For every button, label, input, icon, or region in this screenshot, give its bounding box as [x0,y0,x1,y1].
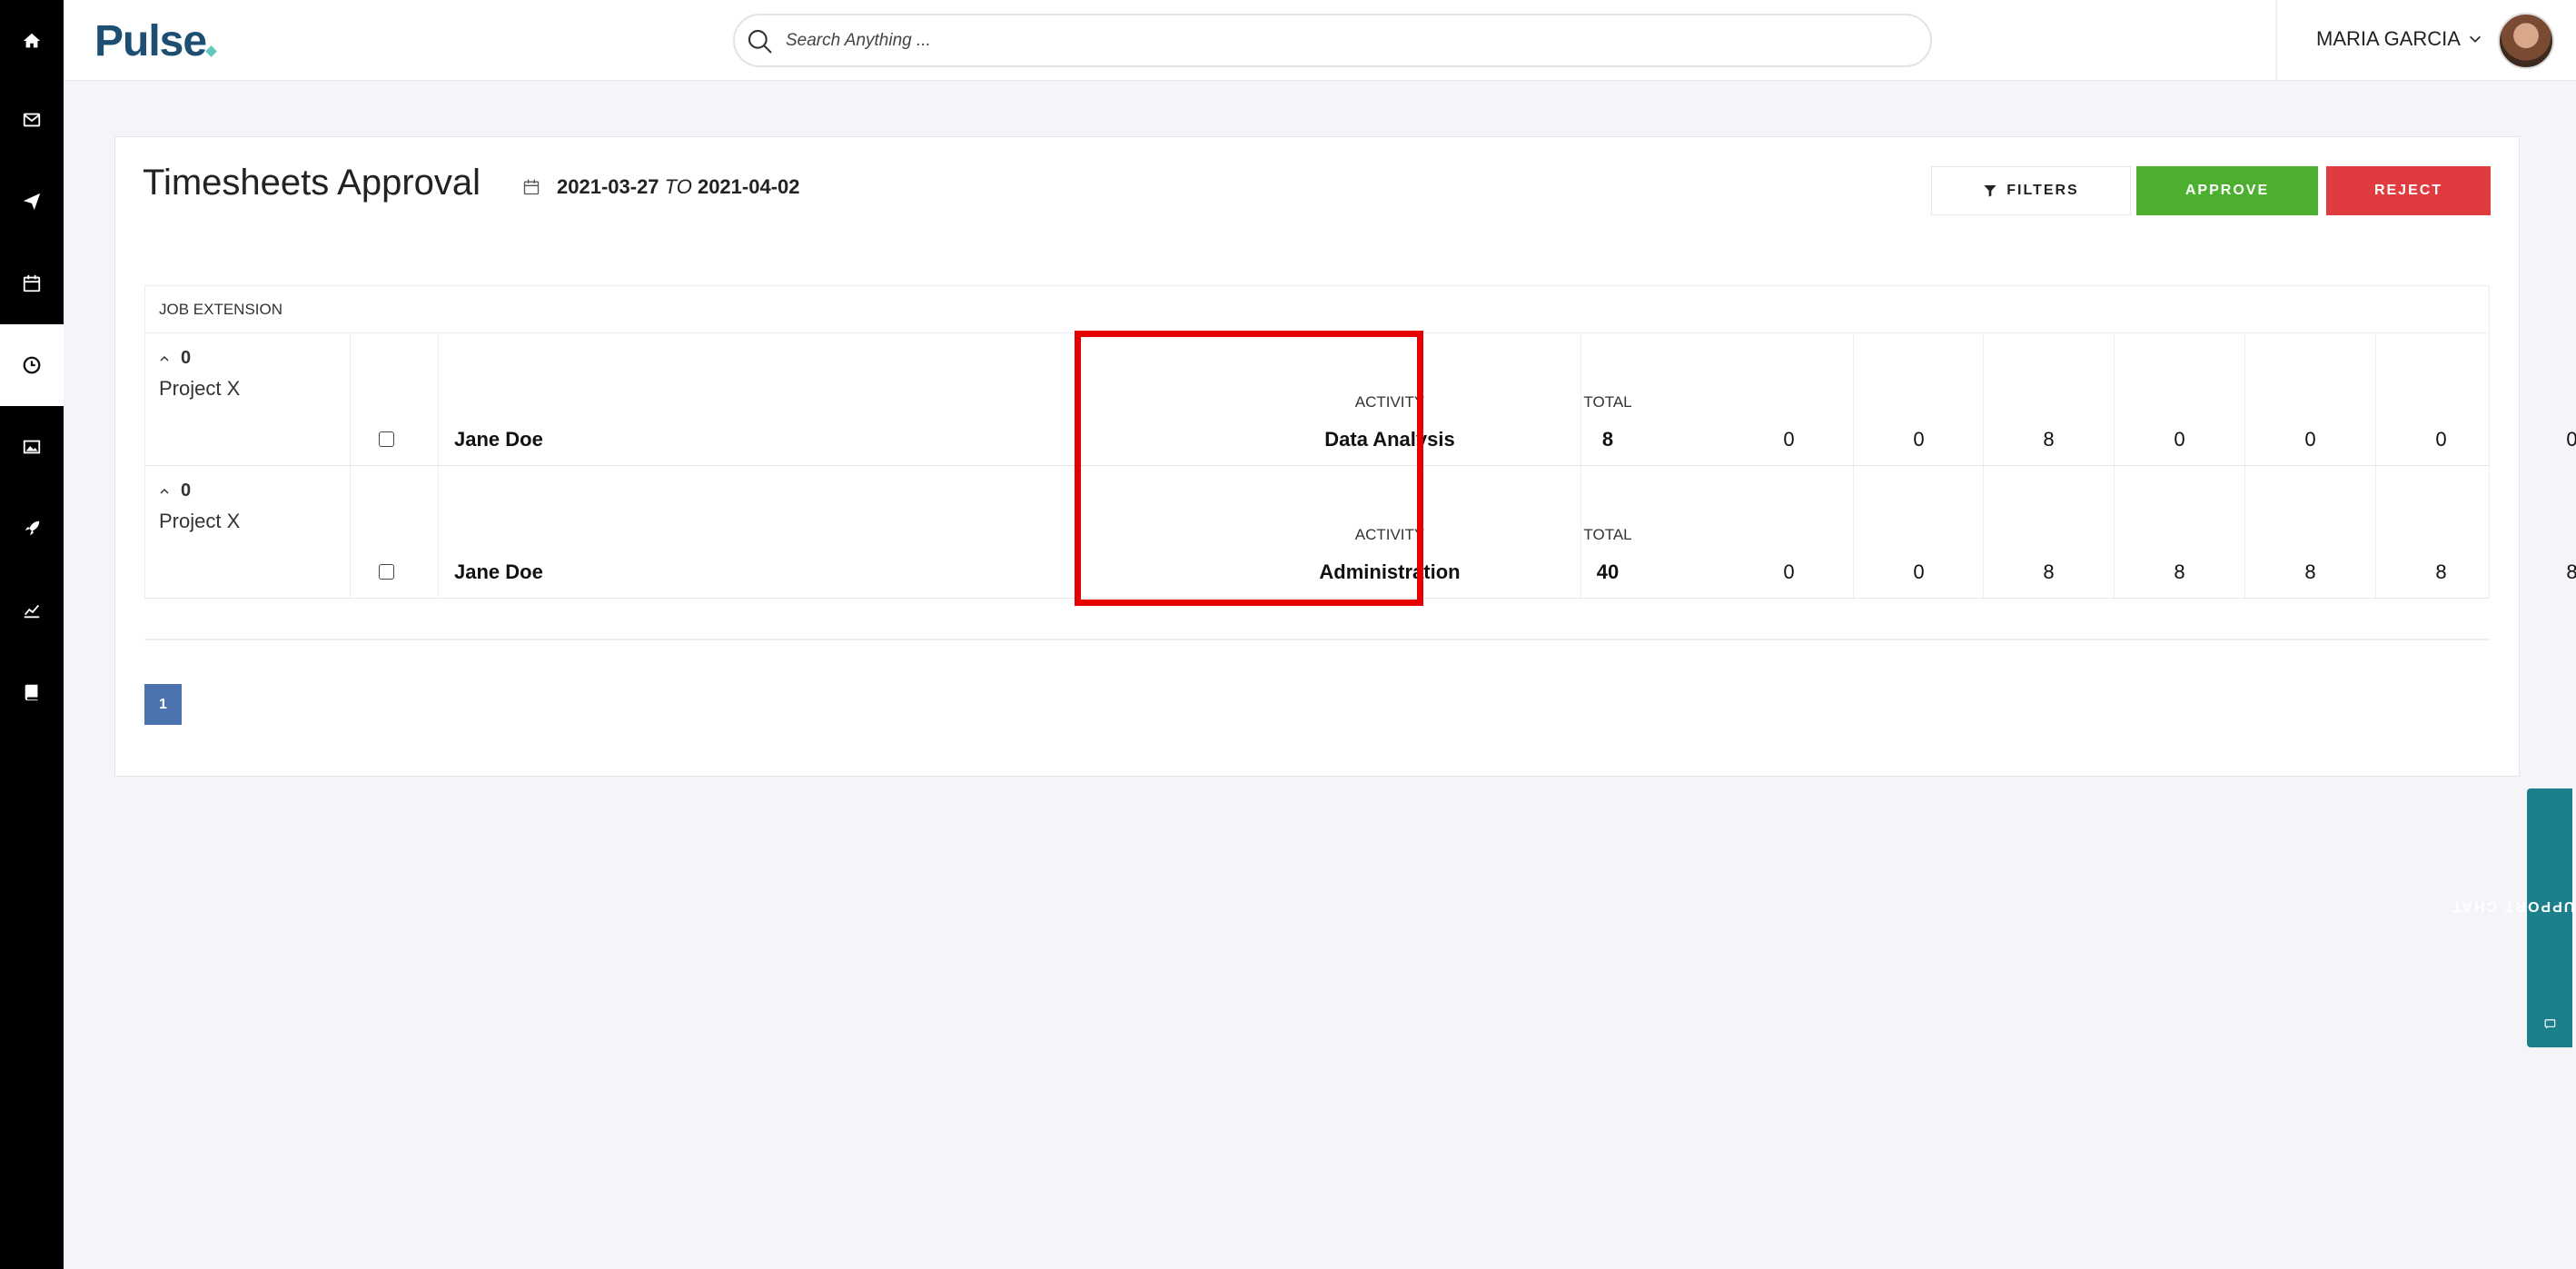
sidebar-item-docs[interactable] [0,651,64,733]
day-hours: 8 [2566,560,2576,583]
search-icon [748,29,772,54]
chat-icon [2544,1018,2555,1029]
sidebar-item-gallery[interactable] [0,406,64,488]
support-chat-tab[interactable]: PULSE SUPPORT CHAT [2451,788,2576,1047]
approve-button[interactable]: APPROVE [2136,166,2318,215]
project-name: Project X [159,377,241,400]
logo-text: Pulse [94,17,207,65]
avatar[interactable] [2498,13,2554,69]
search-input[interactable] [786,26,1876,55]
table-footer [144,599,2490,640]
day-hours: 8 [2304,560,2316,583]
date-from: 2021-03-27 [557,175,659,198]
rocket-icon [25,520,40,536]
expand-toggle[interactable]: 0 [159,481,191,501]
reject-button[interactable]: REJECT [2326,166,2491,215]
filter-icon [1984,185,1996,197]
day-hours: 0 [1783,560,1795,583]
timesheet-table: JOB EXTENSION 0 Project X Jane Doe ACTIV… [144,285,2576,640]
support-chat-label: PULSE SUPPORT CHAT [2450,897,2576,914]
user-name: MARIA GARCIA [2316,27,2461,50]
image-icon [23,440,41,454]
chevron-up-icon [160,355,169,362]
checkbox-cell [351,333,439,465]
calendar-icon [23,274,41,292]
project-name: Project X [159,510,241,532]
row-checkbox[interactable] [379,431,394,447]
chevron-down-icon [2469,35,2481,43]
sidebar-item-send[interactable] [0,161,64,243]
employee-name: Jane Doe [454,560,543,583]
sidebar-item-launch[interactable] [0,488,64,570]
logo-mark [205,45,217,57]
mail-icon [23,113,41,127]
topbar-divider [2275,0,2277,80]
pagination-page-1[interactable]: 1 [144,684,182,725]
day-hours: 8 [2043,560,2055,583]
home-icon [23,33,41,48]
table-row: 0 Project X Jane Doe ACTIVITY Administra… [144,466,2576,599]
date-to: 2021-04-02 [697,175,800,198]
table-row: 0 Project X Jane Doe ACTIVITY Data Analy… [144,333,2576,466]
row-checkbox[interactable] [379,564,394,580]
day-hours: 0 [1913,428,1925,451]
employee-name: Jane Doe [454,428,543,451]
filters-label: FILTERS [2006,183,2079,198]
top-bar: Pulse MARIA GARCIA [64,0,2576,81]
logo[interactable]: Pulse [94,16,217,66]
checkbox-cell [351,466,439,598]
timesheets-card: Timesheets Approval 2021-03-27 TO 2021-0… [114,136,2576,777]
day-hours: 0 [2174,428,2185,451]
user-menu[interactable]: MARIA GARCIA [2316,27,2482,51]
day-hours: 0 [2566,428,2576,451]
chevron-up-icon [160,488,169,494]
filters-button[interactable]: FILTERS [1931,166,2131,215]
table-header: JOB EXTENSION [144,285,2490,333]
date-to-label: TO [664,175,692,198]
sidebar-item-reports[interactable] [0,570,64,651]
sidebar-item-mail[interactable] [0,79,64,161]
day-hours: 0 [1783,428,1795,451]
date-range[interactable]: 2021-03-27 TO 2021-04-02 [522,175,800,199]
day-hours: 0 [2304,428,2316,451]
clock-icon [23,356,41,374]
day-hours: 0 [2435,428,2447,451]
book-icon [25,684,38,701]
sidebar-item-home[interactable] [0,0,64,82]
day-hours: 0 [1913,560,1925,583]
day-hours: 8 [2174,560,2185,583]
entry-count: 0 [181,481,192,501]
sidebar-item-calendar[interactable] [0,243,64,324]
sidebar [0,0,64,1269]
sidebar-item-timesheets[interactable] [0,324,64,406]
day-hours: 8 [2435,560,2447,583]
search-bar[interactable] [733,14,1932,67]
expand-toggle[interactable]: 0 [159,348,191,369]
chart-icon [24,604,40,619]
send-icon [23,193,41,211]
entry-count: 0 [181,348,192,368]
calendar-icon [523,179,540,195]
page-title: Timesheets Approval [143,163,481,203]
day-hours: 8 [2043,428,2055,451]
